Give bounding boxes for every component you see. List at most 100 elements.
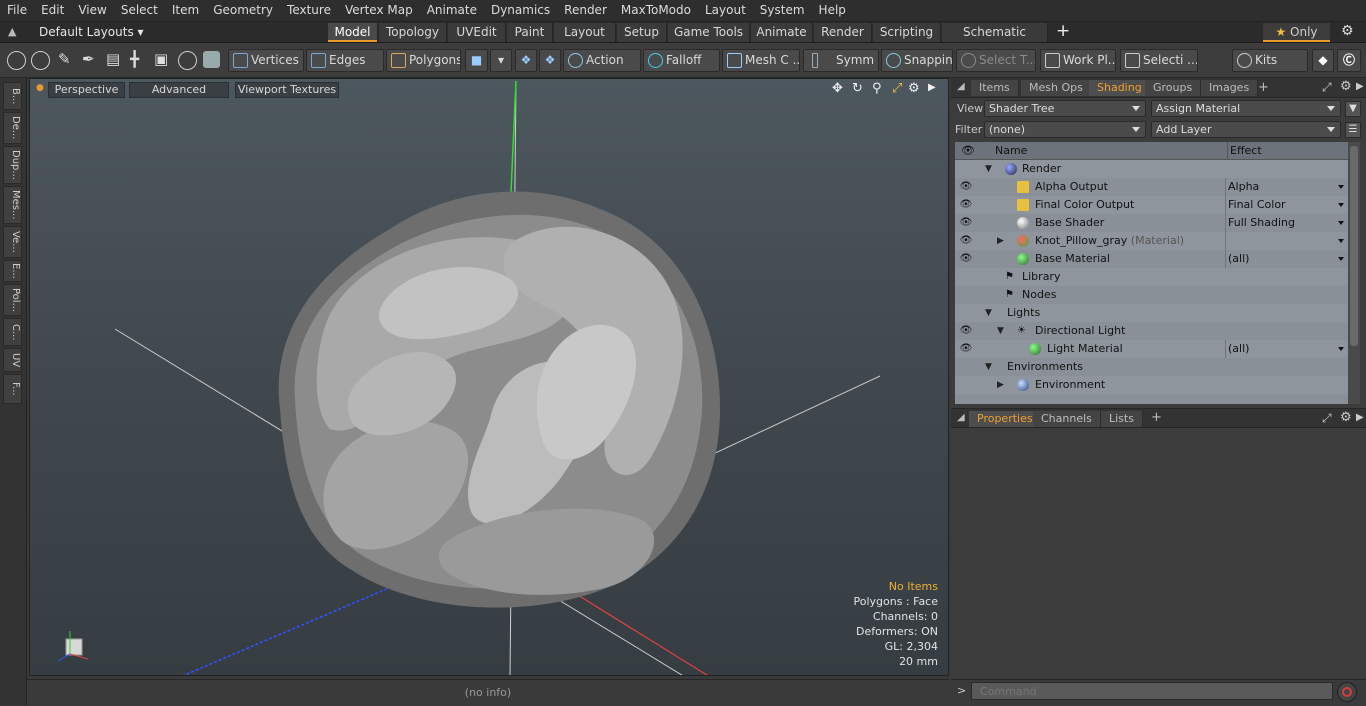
- menu-system[interactable]: System: [753, 0, 812, 21]
- expand-arrow-icon[interactable]: ▶: [997, 376, 1004, 394]
- only-toggle[interactable]: ★ Only: [1263, 23, 1330, 42]
- tab-paint[interactable]: Paint: [507, 23, 553, 42]
- tab-images[interactable]: Images: [1201, 80, 1259, 96]
- symmetry-y-button[interactable]: ❖: [539, 49, 561, 72]
- tab-animate[interactable]: Animate: [751, 23, 813, 42]
- visibility-header-eye-icon[interactable]: 👁: [961, 142, 975, 160]
- tab-setup[interactable]: Setup: [617, 23, 667, 42]
- properties-gear-icon[interactable]: ⚙: [1340, 410, 1352, 425]
- tab-model[interactable]: Model: [328, 23, 378, 42]
- action-center-button[interactable]: Action: [563, 49, 641, 72]
- panel-expand-icon[interactable]: ⤢: [1322, 80, 1332, 95]
- select-through-button[interactable]: Select T...: [956, 49, 1036, 72]
- properties-expand-icon[interactable]: ⤢: [1322, 411, 1332, 426]
- tree-scrollbar[interactable]: [1348, 142, 1360, 404]
- menu-layout[interactable]: Layout: [698, 0, 753, 21]
- unreal-button[interactable]: Ⓒ: [1337, 49, 1361, 72]
- tab-topology[interactable]: Topology: [379, 23, 447, 42]
- falloff-button[interactable]: Falloff: [643, 49, 720, 72]
- kits-button[interactable]: Kits: [1232, 49, 1308, 72]
- strip-tab-mesh-edit[interactable]: Mes...: [3, 186, 22, 224]
- mode-dropdown-button[interactable]: ▾: [490, 49, 512, 72]
- visibility-eye-icon[interactable]: 👁: [955, 322, 977, 340]
- menu-texture[interactable]: Texture: [280, 0, 338, 21]
- visibility-eye-icon[interactable]: 👁: [955, 250, 977, 268]
- tab-game-tools[interactable]: Game Tools: [668, 23, 750, 42]
- visibility-eye-icon[interactable]: 👁: [955, 214, 977, 232]
- globe-icon[interactable]: [31, 51, 50, 70]
- knot-pillow-mesh[interactable]: [278, 191, 720, 608]
- menu-select[interactable]: Select: [114, 0, 165, 21]
- effect-column-header[interactable]: Effect: [1227, 142, 1262, 160]
- effect-dropdown[interactable]: (all): [1225, 340, 1348, 358]
- 3d-viewport[interactable]: ● Perspective Advanced Viewport Textures…: [29, 78, 949, 676]
- menu-geometry[interactable]: Geometry: [206, 0, 280, 21]
- expand-arrow-icon[interactable]: ▶: [997, 232, 1004, 250]
- tree-row-nodes[interactable]: ⚑ Nodes: [955, 286, 1348, 304]
- tab-mesh-ops[interactable]: Mesh Ops: [1021, 80, 1092, 96]
- symmetry-x-button[interactable]: ❖: [515, 49, 537, 72]
- selection-sets-button[interactable]: Selecti ...: [1120, 49, 1198, 72]
- center-icon[interactable]: ╋: [130, 50, 139, 68]
- strip-tab-deform[interactable]: De...: [3, 112, 22, 144]
- strip-tab-vertex[interactable]: Ve...: [3, 226, 22, 258]
- menu-edit[interactable]: Edit: [34, 0, 71, 21]
- strip-tab-edge[interactable]: E...: [3, 260, 22, 282]
- visibility-eye-icon[interactable]: 👁: [955, 196, 977, 214]
- tab-lists[interactable]: Lists: [1101, 411, 1143, 427]
- unity-button[interactable]: ◆: [1312, 49, 1334, 72]
- tree-row-alpha-output[interactable]: 👁 Alpha Output Alpha: [955, 178, 1348, 196]
- material-mode-button[interactable]: ■: [465, 49, 488, 72]
- properties-menu-icon[interactable]: ◢: [957, 412, 965, 423]
- edges-button[interactable]: Edges: [306, 49, 384, 72]
- expand-arrow-icon[interactable]: ▼: [985, 358, 992, 376]
- snapping-button[interactable]: Snapping: [881, 49, 953, 72]
- tree-row-render[interactable]: ▼ Render: [955, 160, 1348, 178]
- collapse-arrow-icon[interactable]: ▲: [8, 25, 16, 38]
- assign-material-dropdown[interactable]: Assign Material: [1151, 100, 1341, 117]
- tab-scripting[interactable]: Scripting: [873, 23, 941, 42]
- tab-items[interactable]: Items: [971, 80, 1019, 96]
- visibility-eye-icon[interactable]: 👁: [955, 340, 977, 358]
- tab-shading[interactable]: Shading: [1089, 80, 1151, 96]
- filter-funnel-icon[interactable]: ▼: [1345, 101, 1361, 117]
- tab-properties[interactable]: Properties: [969, 411, 1042, 427]
- tree-row-lights[interactable]: ▼ Lights: [955, 304, 1348, 322]
- menu-vertex-map[interactable]: Vertex Map: [338, 0, 420, 21]
- tree-row-base-shader[interactable]: 👁 Base Shader Full Shading: [955, 214, 1348, 232]
- menu-animate[interactable]: Animate: [420, 0, 484, 21]
- expand-arrow-icon[interactable]: ▼: [997, 322, 1004, 340]
- name-column-header[interactable]: Name: [995, 142, 1027, 160]
- tab-groups[interactable]: Groups: [1145, 80, 1202, 96]
- add-layer-dropdown[interactable]: Add Layer: [1151, 121, 1341, 138]
- expand-arrow-icon[interactable]: ▼: [985, 304, 992, 322]
- add-tab-button[interactable]: +: [1056, 21, 1070, 41]
- tree-row-light-material[interactable]: 👁 Light Material (all): [955, 340, 1348, 358]
- tree-row-directional-light[interactable]: 👁 ▼ ☀ Directional Light: [955, 322, 1348, 340]
- item-mode-icon[interactable]: [203, 51, 220, 68]
- effect-dropdown[interactable]: Final Color: [1225, 196, 1348, 214]
- expand-arrow-icon[interactable]: ▼: [985, 160, 992, 178]
- command-input[interactable]: [971, 682, 1333, 700]
- menu-dynamics[interactable]: Dynamics: [484, 0, 557, 21]
- strip-tab-curve[interactable]: C...: [3, 318, 22, 346]
- tree-row-environment[interactable]: ▶ Environment: [955, 376, 1348, 394]
- polygons-button[interactable]: Polygons: [386, 49, 461, 72]
- strip-tab-uv[interactable]: UV: [3, 348, 22, 372]
- tree-row-base-material[interactable]: 👁 Base Material (all): [955, 250, 1348, 268]
- effect-dropdown[interactable]: (all): [1225, 250, 1348, 268]
- tree-row-library[interactable]: ⚑ Library: [955, 268, 1348, 286]
- pen-tool-icon[interactable]: ✎: [58, 50, 71, 68]
- view-dropdown[interactable]: Shader Tree: [984, 100, 1146, 117]
- menu-render[interactable]: Render: [557, 0, 614, 21]
- strip-tab-polygon[interactable]: Pol...: [3, 284, 22, 316]
- panel-arrow-icon[interactable]: ▶: [1356, 81, 1364, 92]
- symmetry-button[interactable]: Symm ...: [803, 49, 879, 72]
- tab-render[interactable]: Render: [814, 23, 872, 42]
- align-icon[interactable]: ▤: [106, 50, 120, 68]
- brush-icon[interactable]: ✒: [82, 50, 95, 68]
- menu-help[interactable]: Help: [812, 0, 853, 21]
- effect-dropdown[interactable]: Alpha: [1225, 178, 1348, 196]
- frame-icon[interactable]: ▣: [154, 50, 168, 68]
- strip-tab-fusion[interactable]: F...: [3, 374, 22, 404]
